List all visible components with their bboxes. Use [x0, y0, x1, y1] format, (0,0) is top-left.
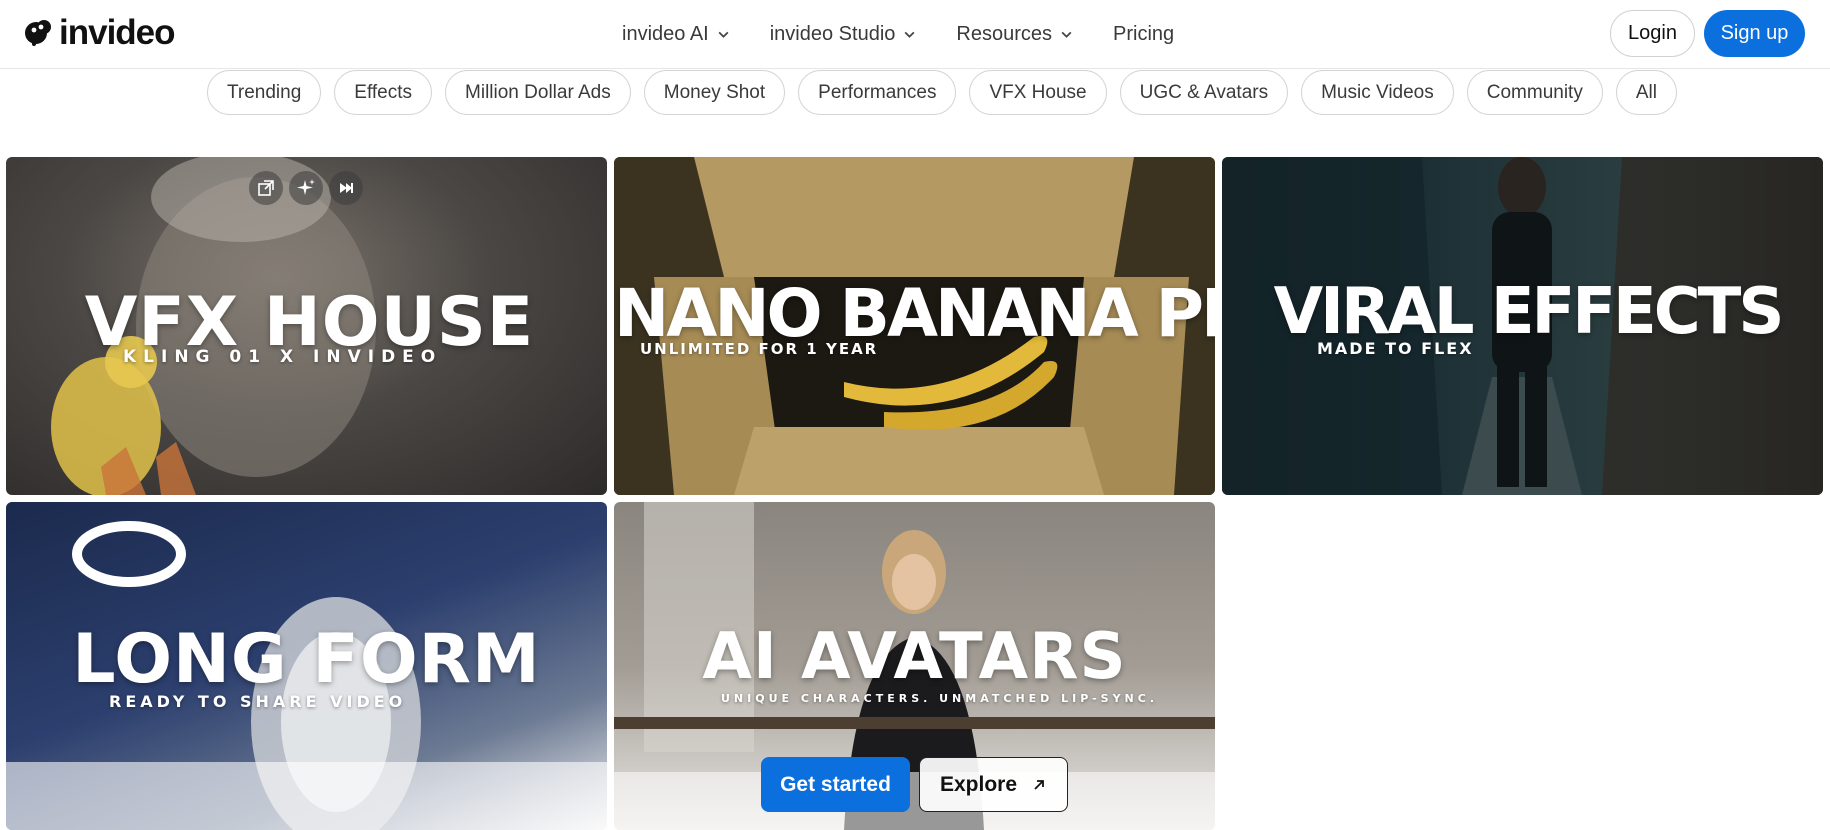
category-filter-bar: Trending Effects Million Dollar Ads Mone… — [207, 70, 1677, 116]
skip-forward-icon[interactable] — [329, 171, 363, 205]
category-ugc-avatars[interactable]: UGC & Avatars — [1119, 70, 1289, 115]
invideo-logo-icon — [25, 20, 51, 46]
chevron-down-icon — [718, 31, 729, 38]
category-million-dollar-ads[interactable]: Million Dollar Ads — [445, 70, 631, 115]
feature-card-ai-avatars[interactable]: AI AVATARS UNIQUE CHARACTERS. UNMATCHED … — [614, 502, 1215, 830]
explore-label: Explore — [939, 772, 1018, 796]
nav-resources[interactable]: Resources — [956, 23, 1073, 46]
category-trending[interactable]: Trending — [207, 70, 322, 115]
login-button[interactable]: Login — [1610, 10, 1695, 57]
sign-up-button[interactable]: Sign up — [1704, 10, 1805, 57]
feature-card-viral-effects[interactable]: VIRAL EFFECTS MADE TO FLEX — [1222, 157, 1823, 495]
nav-pricing[interactable]: Pricing — [1113, 23, 1174, 46]
nav-label: invideo Studio — [769, 22, 896, 45]
main-nav: invideo AI invideo Studio Resources Pric… — [622, 0, 1214, 68]
brand-name: invideo — [59, 13, 176, 52]
chevron-down-icon — [1061, 31, 1072, 38]
top-navigation-bar: invideo invideo AI invideo Studio Resour… — [0, 0, 1830, 69]
nav-label: Resources — [956, 22, 1052, 45]
feature-card-vfx-house[interactable]: VFX HOUSE KLING 01 X INVIDEO — [6, 157, 607, 495]
card-title: VIRAL EFFECTS — [1273, 275, 1785, 349]
card-action-icons — [249, 171, 363, 205]
open-external-icon[interactable] — [249, 171, 283, 205]
card-subtitle: KLING 01 X INVIDEO — [123, 347, 443, 367]
card-subtitle: UNIQUE CHARACTERS. UNMATCHED LIP-SYNC. — [721, 692, 1159, 705]
category-community[interactable]: Community — [1466, 70, 1603, 115]
explore-button[interactable]: Explore — [919, 757, 1068, 812]
category-music-videos[interactable]: Music Videos — [1301, 70, 1454, 115]
card-subtitle: READY TO SHARE VIDEO — [109, 692, 407, 711]
sparkles-icon[interactable] — [289, 171, 323, 205]
category-effects[interactable]: Effects — [334, 70, 433, 115]
nav-invideo-ai[interactable]: invideo AI — [622, 23, 730, 46]
nav-invideo-studio[interactable]: invideo Studio — [770, 23, 917, 46]
brand-logo[interactable]: invideo — [23, 13, 176, 52]
chevron-down-icon — [904, 31, 915, 38]
arrow-up-right-icon — [1034, 779, 1044, 790]
card-title: AI AVATARS — [702, 620, 1127, 694]
nav-label: invideo AI — [622, 22, 709, 45]
get-started-button[interactable]: Get started — [761, 757, 910, 812]
category-vfx-house[interactable]: VFX House — [969, 70, 1107, 115]
category-all[interactable]: All — [1615, 70, 1677, 115]
feature-card-nano-banana-pro[interactable]: NANO BANANA PRO UNLIMITED FOR 1 YEAR — [614, 157, 1215, 495]
category-money-shot[interactable]: Money Shot — [643, 70, 786, 115]
card-subtitle: MADE TO FLEX — [1317, 339, 1474, 358]
category-performances[interactable]: Performances — [798, 70, 957, 115]
nav-label: Pricing — [1113, 22, 1175, 45]
feature-card-long-form[interactable]: LONG FORM READY TO SHARE VIDEO — [6, 502, 607, 830]
card-title: LONG FORM — [72, 620, 541, 699]
card-subtitle: UNLIMITED FOR 1 YEAR — [640, 340, 879, 358]
